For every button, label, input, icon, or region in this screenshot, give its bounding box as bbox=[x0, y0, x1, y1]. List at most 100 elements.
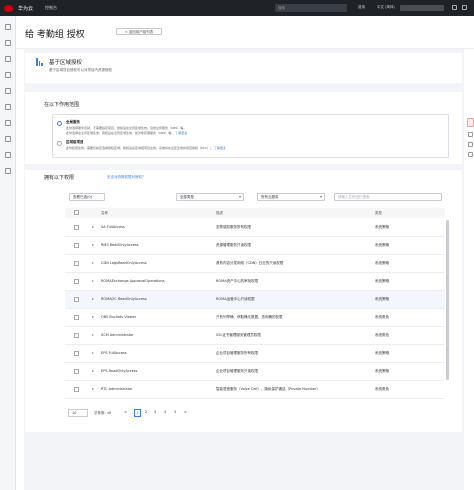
table-row[interactable]: ROMAOC ReadOnlyAccess ROMA运营中心只读权限 系统策略 bbox=[65, 291, 445, 309]
project-icon[interactable] bbox=[5, 104, 11, 110]
security-settings-icon[interactable] bbox=[5, 152, 11, 158]
row-checkbox[interactable] bbox=[74, 225, 79, 230]
table-row[interactable]: RTC Administrator 智能语音服务（Voice Call）、隐私保护… bbox=[65, 381, 445, 399]
brand-name[interactable]: 华为云 bbox=[18, 5, 33, 12]
gear-icon[interactable] bbox=[5, 168, 11, 174]
table-scrollbar[interactable] bbox=[446, 220, 449, 380]
page-header: 给 考勤组 授权 < 返回用户组列表 bbox=[16, 16, 474, 49]
chat-icon[interactable] bbox=[468, 132, 473, 137]
scope-options-box: 全局服务 此时选择服务自动，不需要指定项目，授权后在全局区域生效。目前全局服务（… bbox=[52, 114, 449, 158]
row-checkbox[interactable] bbox=[74, 351, 79, 356]
table-row[interactable]: RMS ReadOnlyAccess 资源管理服务只读权限 系统策略 bbox=[65, 237, 445, 255]
row-checkbox[interactable] bbox=[74, 243, 79, 248]
right-floating-toolbar bbox=[466, 118, 474, 178]
policy-name: ROMAOC ReadOnlyAccess bbox=[101, 297, 147, 301]
page-1-button[interactable]: 1 bbox=[134, 409, 142, 417]
table-row[interactable]: EPS FullAccess 企业项目管理服务所有权限 系统策略 bbox=[65, 345, 445, 363]
row-checkbox[interactable] bbox=[74, 261, 79, 266]
table-row[interactable]: CDN LogsReadOnlyAccess 具有内容分发网络（CDN）日志的只读… bbox=[65, 255, 445, 273]
policy-type: 系统角色 bbox=[375, 315, 389, 319]
page-4-button[interactable]: 4 bbox=[164, 410, 166, 414]
expand-arrow-icon[interactable] bbox=[92, 244, 94, 246]
next-page-button[interactable]: > bbox=[184, 410, 187, 414]
agency-icon[interactable] bbox=[5, 120, 11, 126]
regional-project-radio[interactable] bbox=[57, 141, 62, 146]
language-selector[interactable]: 中文 (简体) bbox=[377, 5, 395, 10]
left-sidebar bbox=[0, 16, 16, 490]
policy-name: ROMAExchange ApprovalOperations bbox=[101, 279, 165, 283]
row-checkbox[interactable] bbox=[74, 315, 79, 320]
expand-arrow-icon[interactable] bbox=[92, 370, 94, 372]
help-icon[interactable] bbox=[462, 5, 467, 10]
menu-icon[interactable] bbox=[5, 24, 11, 30]
prev-page-button[interactable]: < bbox=[124, 410, 127, 414]
billing-link[interactable]: 费用 bbox=[358, 5, 365, 10]
huawei-logo[interactable] bbox=[0, 0, 16, 16]
feedback-tab[interactable] bbox=[467, 118, 474, 127]
row-checkbox[interactable] bbox=[74, 297, 79, 302]
special-permission-link[interactable]: 无法对特殊权限对授权？ bbox=[107, 175, 146, 180]
global-service-title[interactable]: 全局服务 bbox=[66, 120, 80, 125]
policy-type: 系统策略 bbox=[375, 243, 389, 247]
expand-arrow-icon[interactable] bbox=[92, 280, 94, 282]
expand-arrow-icon[interactable] bbox=[92, 316, 94, 318]
policy-name: OBS Buckets Viewer bbox=[101, 315, 137, 319]
identity-provider-icon[interactable] bbox=[5, 136, 11, 142]
page-size-select[interactable]: 10 bbox=[68, 409, 88, 417]
table-row[interactable]: OBS Buckets Viewer 只有列举桶、获取桶元数据、查询桶的权限 系统角… bbox=[65, 309, 445, 327]
policy-description: 具有内容分发网络（CDN）日志的只读权限 bbox=[216, 261, 284, 265]
expand-arrow-icon[interactable] bbox=[92, 388, 94, 390]
page-3-button[interactable]: 3 bbox=[154, 410, 156, 414]
phone-icon[interactable] bbox=[468, 142, 473, 147]
back-to-group-list-button[interactable]: < 返回用户组列表 bbox=[116, 28, 162, 35]
policy-type: 系统策略 bbox=[375, 261, 389, 265]
regional-project-desc-text: 此时权限生效，需要仅指定选择授权区域。授权后在区域级项目生效，系统将在全区生效的… bbox=[66, 146, 213, 150]
group-icon[interactable] bbox=[5, 72, 11, 78]
cloud-service-filter-value: 所有云服务 bbox=[261, 195, 279, 199]
logo-mark bbox=[3, 4, 13, 12]
home-icon[interactable] bbox=[5, 40, 11, 46]
permission-search-input[interactable]: 请输入名称进行搜索 bbox=[334, 193, 442, 201]
view-selected-button[interactable]: 查看已选(0) bbox=[69, 193, 105, 201]
console-link[interactable]: 控制台 bbox=[45, 5, 57, 11]
edit-icon[interactable] bbox=[468, 152, 473, 157]
policy-description: 企业项目管理服务所有权限 bbox=[216, 351, 258, 355]
user-icon[interactable] bbox=[5, 56, 11, 62]
table-row[interactable]: SCM Administrator SSL证书管理服务管理员权限 系统角色 bbox=[65, 327, 445, 345]
expand-arrow-icon[interactable] bbox=[92, 226, 94, 228]
global-learn-more-link[interactable]: 了解更多 bbox=[175, 131, 187, 135]
policy-icon[interactable] bbox=[5, 88, 11, 94]
column-header-name[interactable]: 名称 bbox=[101, 211, 108, 216]
expand-arrow-icon[interactable] bbox=[92, 262, 94, 264]
notification-icon[interactable] bbox=[452, 5, 457, 10]
page-5-button[interactable]: 5 bbox=[174, 410, 176, 414]
row-checkbox[interactable] bbox=[74, 333, 79, 338]
policy-name: CDN LogsReadOnlyAccess bbox=[101, 261, 147, 265]
page-2-button[interactable]: 2 bbox=[145, 410, 147, 414]
policy-name: EPS FullAccess bbox=[101, 351, 127, 355]
table-row[interactable]: SA FullAccess 态势感知服务所有权限 系统策略 bbox=[65, 219, 445, 237]
row-checkbox[interactable] bbox=[74, 387, 79, 392]
user-account-menu[interactable] bbox=[400, 5, 444, 11]
policy-name: RTC Administrator bbox=[101, 387, 133, 391]
column-header-type[interactable]: 类型 bbox=[375, 211, 382, 216]
authorization-mode-title: 基于区域授权 bbox=[49, 60, 83, 66]
row-checkbox[interactable] bbox=[74, 279, 79, 284]
authorization-mode-card: 基于区域授权 基于区域项目授权可以对项目内资源授权 bbox=[25, 53, 462, 83]
policy-type: 系统策略 bbox=[375, 369, 389, 373]
policy-description: 态势感知服务所有权限 bbox=[216, 225, 251, 229]
global-service-radio[interactable] bbox=[57, 121, 62, 126]
policy-type: 系统策略 bbox=[375, 351, 389, 355]
regional-learn-more-link[interactable]: 了解更多 bbox=[214, 146, 226, 150]
expand-arrow-icon[interactable] bbox=[92, 352, 94, 354]
table-row[interactable]: EPS ReadOnlyAccess 企业项目管理服务只读权限 系统策略 bbox=[65, 363, 445, 381]
expand-arrow-icon[interactable] bbox=[92, 298, 94, 300]
row-checkbox[interactable] bbox=[74, 369, 79, 374]
policy-type-filter[interactable]: 全部类型 bbox=[176, 193, 244, 201]
global-search-input[interactable]: 搜索 bbox=[275, 4, 347, 12]
cloud-service-filter[interactable]: 所有云服务 bbox=[257, 193, 325, 201]
table-row[interactable]: ROMAExchange ApprovalOperations ROMA资产中心的… bbox=[65, 273, 445, 291]
select-all-checkbox[interactable] bbox=[74, 210, 79, 215]
regional-project-title[interactable]: 区域级项目 bbox=[66, 140, 84, 145]
expand-arrow-icon[interactable] bbox=[92, 334, 94, 336]
